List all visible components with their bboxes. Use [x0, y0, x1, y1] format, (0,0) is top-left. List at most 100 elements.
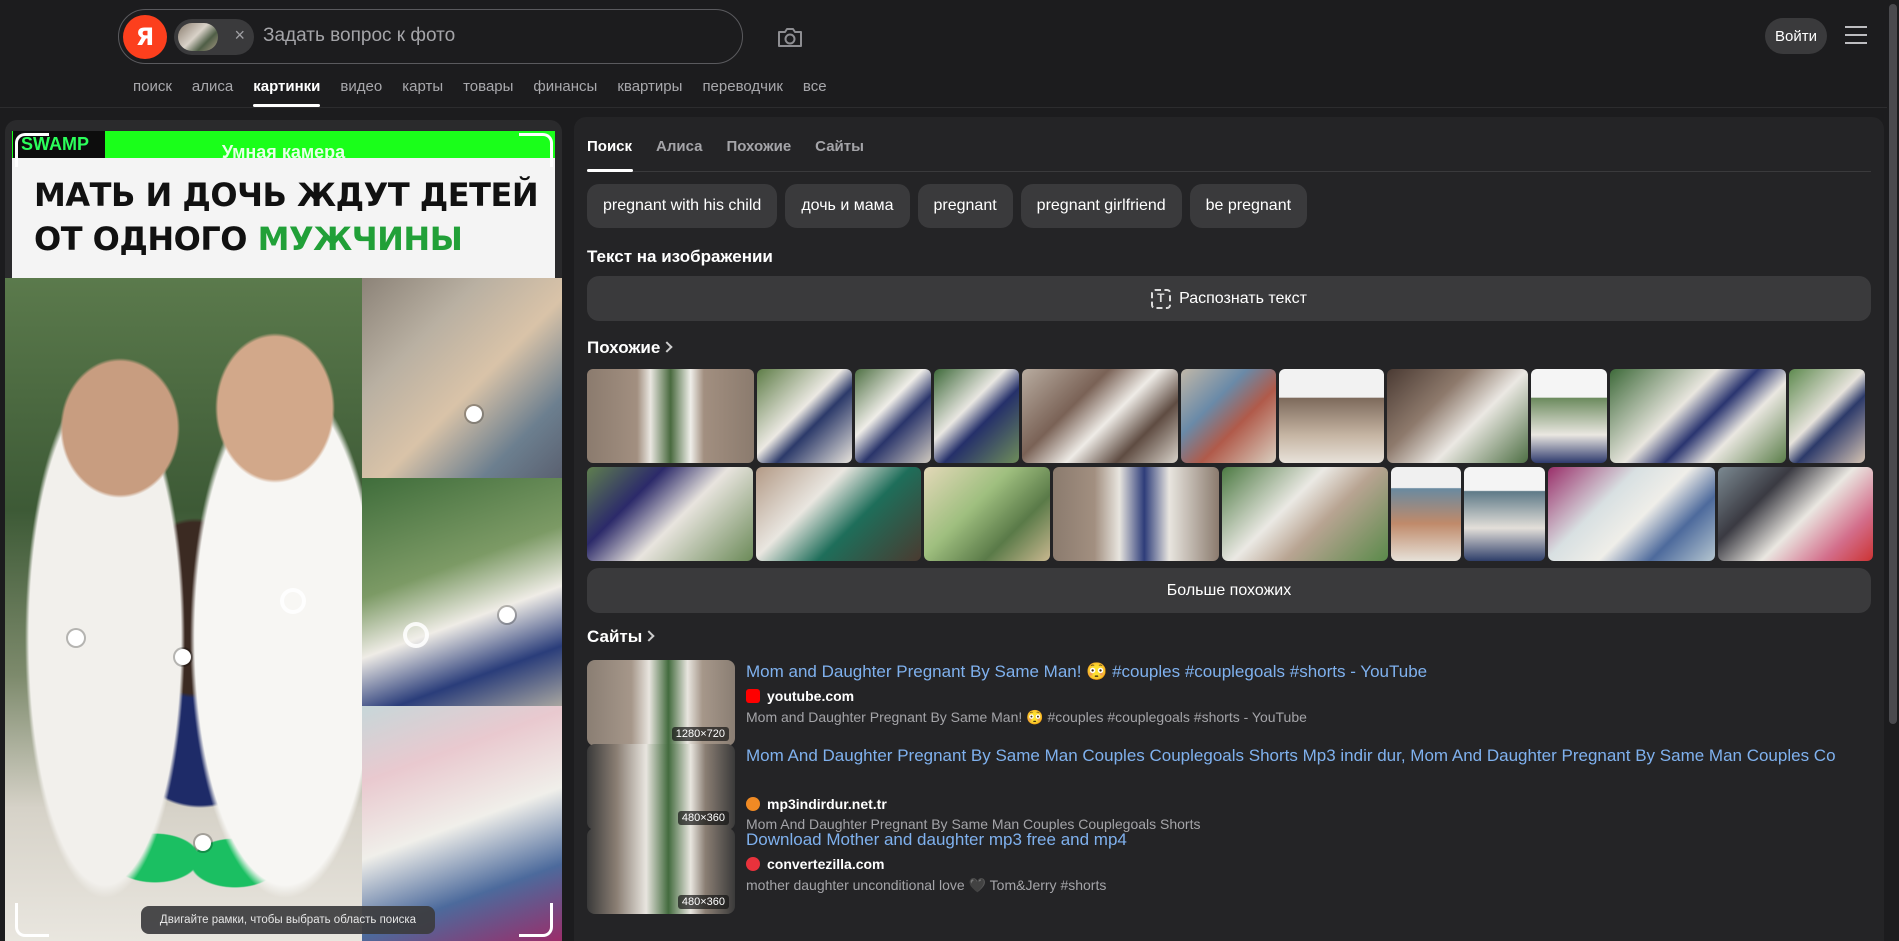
site-thumbnail[interactable]: 1280×720	[587, 660, 735, 746]
text-scan-icon	[1151, 288, 1172, 309]
similar-image[interactable]	[934, 369, 1019, 463]
nav-item-translator[interactable]: переводчик	[702, 78, 782, 108]
recognize-text-button[interactable]: Распознать текст	[587, 276, 1871, 321]
crop-handle-bottom-left[interactable]	[15, 903, 49, 937]
more-similar-button[interactable]: Больше похожих	[587, 568, 1871, 613]
object-dot[interactable]	[68, 630, 84, 646]
object-dot[interactable]	[195, 835, 211, 851]
chevron-right-icon	[643, 630, 655, 642]
query-image-chip[interactable]: ×	[174, 19, 254, 55]
remove-image-icon[interactable]: ×	[234, 25, 245, 46]
nav-item-video[interactable]: видео	[340, 78, 382, 108]
similar-image[interactable]	[1464, 467, 1545, 561]
site-description: mother daughter unconditional love 🖤 Tom…	[746, 877, 1107, 893]
similar-image[interactable]	[1222, 467, 1388, 561]
tab-search[interactable]: Поиск	[587, 138, 632, 155]
similar-image[interactable]	[587, 369, 754, 463]
similar-image[interactable]	[1789, 369, 1865, 463]
resolution-badge: 1280×720	[671, 727, 729, 741]
similar-image[interactable]	[1718, 467, 1873, 561]
similar-image[interactable]	[1391, 467, 1461, 561]
hamburger-menu-icon[interactable]	[1845, 26, 1867, 44]
site-title-link[interactable]: Mom and Daughter Pregnant By Same Man! 😳…	[746, 660, 1866, 684]
text-on-image-title: Текст на изображении	[587, 247, 773, 266]
similar-image[interactable]	[1181, 369, 1276, 463]
mp3indirdur-favicon-icon	[746, 797, 760, 811]
site-description: Mom and Daughter Pregnant By Same Man! 😳…	[746, 709, 1307, 725]
nav-item-apartments[interactable]: квартиры	[617, 78, 682, 108]
header: Я × Задать вопрос к фото Войти поиск али…	[0, 0, 1899, 108]
active-tab-indicator	[587, 169, 633, 172]
crop-hint: Двигайте рамки, чтобы выбрать область по…	[141, 906, 435, 934]
scrollbar-thumb[interactable]	[1889, 4, 1897, 724]
convertezilla-favicon-icon	[746, 857, 760, 871]
nav-item-search[interactable]: поиск	[133, 78, 172, 108]
similar-image[interactable]	[756, 467, 921, 561]
camera-icon[interactable]	[776, 23, 804, 51]
similar-image[interactable]	[1053, 467, 1219, 561]
similar-image[interactable]	[855, 369, 931, 463]
site-domain[interactable]: youtube.com	[746, 688, 854, 704]
query-image-thumbnail	[178, 23, 218, 51]
nav-item-alice[interactable]: алиса	[192, 78, 233, 108]
suggestion-chip[interactable]: pregnant girlfriend	[1020, 184, 1182, 228]
resolution-badge: 480×360	[677, 895, 729, 909]
site-result: 480×360 Download Mother and daughter mp3…	[587, 828, 1877, 918]
nav-item-goods[interactable]: товары	[463, 78, 513, 108]
similar-image[interactable]	[924, 467, 1050, 561]
similar-row-2	[587, 467, 1873, 561]
recognize-text-label: Распознать текст	[1179, 289, 1307, 307]
results-pane: Поиск Алиса Похожие Сайты pregnant with …	[574, 117, 1884, 941]
suggestion-chip[interactable]: pregnant	[917, 184, 1013, 228]
similar-image[interactable]	[587, 467, 753, 561]
similar-image[interactable]	[1387, 369, 1528, 463]
tab-alice[interactable]: Алиса	[656, 138, 702, 155]
site-thumbnail[interactable]: 480×360	[587, 828, 735, 914]
similar-image[interactable]	[1610, 369, 1786, 463]
site-thumbnail[interactable]: 480×360	[587, 744, 735, 830]
yandex-logo[interactable]: Я	[123, 15, 167, 59]
tab-similar[interactable]: Похожие	[726, 138, 791, 155]
similar-title[interactable]: Похожие	[587, 338, 674, 358]
similar-image[interactable]	[1548, 467, 1715, 561]
sites-title[interactable]: Сайты	[587, 627, 655, 647]
page-scrollbar[interactable]	[1887, 0, 1899, 941]
nav-item-finance[interactable]: финансы	[533, 78, 597, 108]
suggestion-chip[interactable]: be pregnant	[1189, 184, 1308, 228]
site-title-link[interactable]: Mom And Daughter Pregnant By Same Man Co…	[746, 744, 1866, 768]
nav-item-all[interactable]: все	[803, 78, 827, 108]
crop-handle-bottom-right[interactable]	[519, 903, 553, 937]
object-dot[interactable]	[175, 649, 191, 665]
resolution-badge: 480×360	[677, 811, 729, 825]
nav-item-maps[interactable]: карты	[402, 78, 443, 108]
search-input[interactable]: Задать вопрос к фото	[263, 25, 455, 47]
image-headline: МАТЬ И ДОЧЬ ЖДУТ ДЕТЕЙ ОТ ОДНОГО МУЖЧИНЫ	[34, 176, 539, 258]
tab-sites[interactable]: Сайты	[815, 138, 864, 155]
crop-handle-top-right[interactable]	[519, 133, 553, 167]
suggestion-chip[interactable]: pregnant with his child	[587, 184, 778, 228]
chevron-right-icon	[661, 341, 674, 353]
query-image-pane[interactable]: SWAMP Умная камера МАТЬ И ДОЧЬ ЖДУТ ДЕТЕ…	[5, 120, 562, 941]
site-result: 1280×720 Mom and Daughter Pregnant By Sa…	[587, 660, 1877, 750]
site-domain[interactable]: convertezilla.com	[746, 856, 885, 872]
similar-image[interactable]	[1279, 369, 1384, 463]
results-tabs: Поиск Алиса Похожие Сайты	[587, 138, 888, 155]
similar-image[interactable]	[1022, 369, 1178, 463]
similar-image[interactable]	[757, 369, 852, 463]
object-dot[interactable]	[466, 406, 482, 422]
crop-handle-top-left[interactable]	[15, 133, 49, 167]
suggestion-chips: pregnant with his child дочь и мама preg…	[587, 184, 1308, 228]
object-ring[interactable]	[280, 588, 306, 614]
site-result: 480×360 Mom And Daughter Pregnant By Sam…	[587, 744, 1877, 834]
login-button[interactable]: Войти	[1765, 18, 1827, 54]
object-ring[interactable]	[403, 622, 429, 648]
suggestion-chip[interactable]: дочь и мама	[785, 184, 910, 228]
photo-middle-right	[362, 478, 562, 706]
search-box[interactable]: Я × Задать вопрос к фото	[118, 9, 743, 64]
site-title-link[interactable]: Download Mother and daughter mp3 free an…	[746, 828, 1866, 852]
nav-item-images[interactable]: картинки	[253, 78, 321, 108]
object-dot[interactable]	[499, 607, 515, 623]
photo-top-right	[362, 278, 562, 478]
similar-image[interactable]	[1531, 369, 1607, 463]
site-domain[interactable]: mp3indirdur.net.tr	[746, 796, 887, 812]
